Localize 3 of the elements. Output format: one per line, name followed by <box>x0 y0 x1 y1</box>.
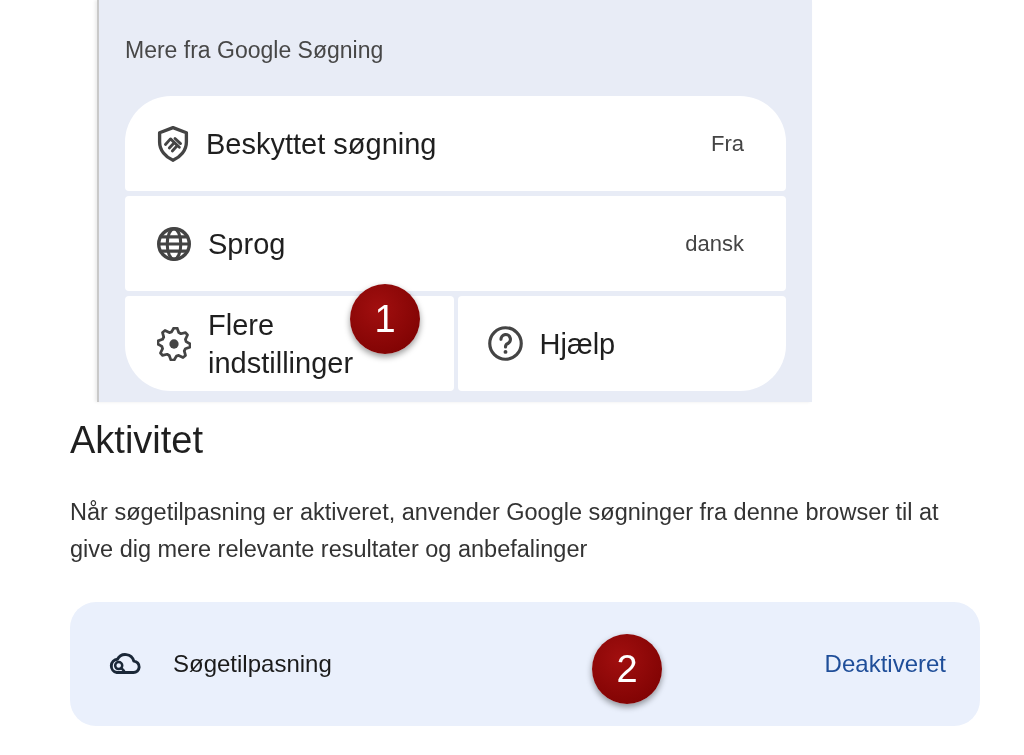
section-title: Aktivitet <box>70 418 204 462</box>
section-heading: Mere fra Google Søgning <box>125 36 384 64</box>
description-text: Når søgetilpasning er aktiveret, anvender Google søgninger fra denne browser til at give dig mere relevante resultater og anbefalinger <box>70 498 940 564</box>
